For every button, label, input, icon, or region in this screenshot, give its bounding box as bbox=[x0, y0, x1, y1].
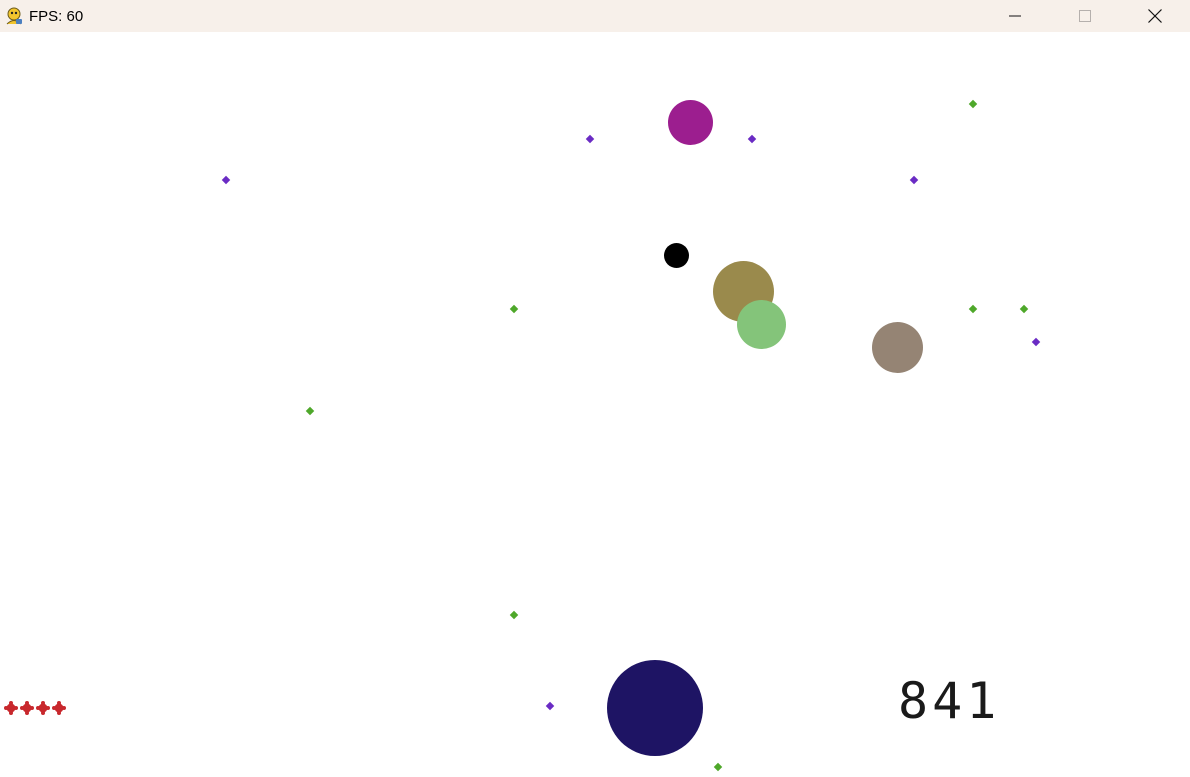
enemy-blob bbox=[664, 243, 689, 268]
food-pellet bbox=[509, 610, 519, 620]
close-icon bbox=[1148, 9, 1162, 23]
enemy-blob bbox=[668, 100, 713, 145]
maximize-icon bbox=[1079, 10, 1091, 22]
life-icon bbox=[52, 700, 66, 715]
enemy-blob bbox=[872, 322, 923, 373]
pygame-snake-icon bbox=[3, 5, 25, 27]
food-pellet bbox=[909, 175, 919, 185]
life-icon bbox=[36, 700, 50, 715]
title-bar[interactable]: FPS: 60 bbox=[0, 0, 1190, 32]
minimize-button[interactable] bbox=[980, 0, 1050, 32]
food-pellet bbox=[747, 134, 757, 144]
maximize-button[interactable] bbox=[1050, 0, 1120, 32]
game-canvas[interactable]: 841 bbox=[0, 32, 1190, 777]
food-pellet bbox=[545, 701, 555, 711]
window-controls bbox=[980, 0, 1190, 32]
enemy-blob bbox=[737, 300, 786, 349]
window-title: FPS: 60 bbox=[29, 7, 84, 25]
food-pellet bbox=[1031, 337, 1041, 347]
close-button[interactable] bbox=[1120, 0, 1190, 32]
food-pellet bbox=[968, 304, 978, 314]
life-icon bbox=[20, 700, 34, 715]
player-blob bbox=[607, 660, 703, 756]
food-pellet bbox=[713, 762, 723, 772]
food-pellet bbox=[221, 175, 231, 185]
life-icon bbox=[4, 700, 18, 715]
food-pellet bbox=[585, 134, 595, 144]
lives-indicator bbox=[4, 700, 66, 715]
food-pellet bbox=[305, 406, 315, 416]
food-pellet bbox=[968, 99, 978, 109]
food-pellet bbox=[1019, 304, 1029, 314]
minimize-icon bbox=[1009, 15, 1021, 17]
food-pellet bbox=[509, 304, 519, 314]
score-display: 841 bbox=[898, 672, 1001, 730]
game-window: FPS: 60 841 bbox=[0, 0, 1190, 777]
